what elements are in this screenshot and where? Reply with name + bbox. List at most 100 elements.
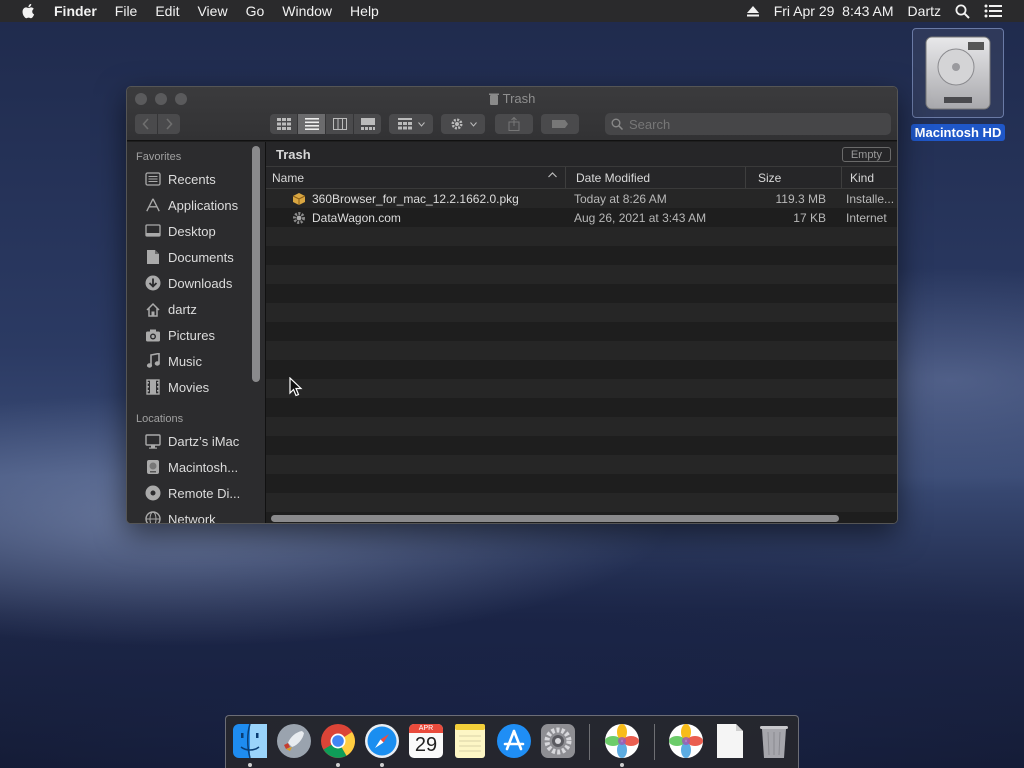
app-store-icon (497, 724, 531, 758)
finder-window: Trash Search Favorites Recents Applicati… (126, 86, 898, 524)
share-icon (508, 117, 520, 131)
column-header-name[interactable]: Name (266, 167, 566, 188)
disk-icon (145, 459, 161, 475)
menu-file[interactable]: File (115, 3, 138, 19)
horizontal-scrollbar[interactable] (271, 515, 839, 522)
recents-icon (145, 171, 161, 187)
running-indicator (620, 763, 624, 767)
empty-row (266, 398, 897, 417)
dock-photos-app[interactable] (603, 721, 641, 761)
sidebar-scrollbar[interactable] (252, 146, 260, 382)
document-icon (717, 724, 743, 758)
group-by-button[interactable] (389, 114, 433, 134)
search-input[interactable] (629, 116, 869, 132)
column-header-kind[interactable]: Kind (842, 167, 897, 188)
apple-menu-icon[interactable] (20, 2, 38, 20)
dock-separator (654, 724, 655, 760)
menu-app-finder[interactable]: Finder (54, 3, 97, 19)
search-icon (611, 118, 623, 130)
dock-system-preferences[interactable] (539, 721, 577, 761)
eject-icon[interactable] (746, 5, 760, 17)
applications-icon (145, 197, 161, 213)
list-view-icon (304, 118, 319, 130)
view-gallery-button[interactable] (354, 114, 381, 134)
menubar-clock[interactable]: Fri Apr 29 8:43 AM (774, 3, 894, 19)
empty-row (266, 341, 897, 360)
column-view-icon (332, 118, 347, 130)
finder-icon (233, 723, 267, 759)
empty-row (266, 379, 897, 398)
spotlight-search-icon[interactable] (955, 4, 970, 19)
sidebar-item-applications[interactable]: Applications (127, 192, 265, 218)
file-date: Aug 26, 2021 at 3:43 AM (574, 210, 707, 225)
remote-disc-icon (145, 485, 161, 501)
menubar-user[interactable]: Dartz (908, 3, 941, 19)
file-kind: Internet (846, 210, 887, 225)
movies-icon (145, 379, 161, 395)
sidebar-item-recents[interactable]: Recents (127, 166, 265, 192)
folder-title: Trash (276, 146, 311, 162)
dock-chrome[interactable] (319, 721, 357, 761)
view-list-button[interactable] (298, 114, 325, 134)
dock-calendar[interactable]: APR 29 (407, 721, 445, 761)
desktop-macintosh-hd[interactable]: Macintosh HD (908, 28, 1008, 141)
menu-go[interactable]: Go (246, 3, 265, 19)
sidebar-item-macintosh-hd[interactable]: Macintosh... (127, 454, 265, 480)
home-icon (145, 301, 161, 317)
tags-button[interactable] (541, 114, 579, 134)
sidebar-item-imac[interactable]: Dartz’s iMac (127, 428, 265, 454)
sidebar-item-pictures[interactable]: Pictures (127, 322, 265, 348)
dock-safari[interactable] (363, 721, 401, 761)
notification-center-icon[interactable] (984, 4, 1002, 18)
sidebar-item-downloads[interactable]: Downloads (127, 270, 265, 296)
dock-trash[interactable] (755, 721, 793, 761)
imac-icon (145, 433, 161, 449)
column-header-size[interactable]: Size (746, 167, 842, 188)
sidebar-section-favorites: Favorites (136, 151, 182, 163)
dock-document[interactable] (711, 721, 749, 761)
back-button[interactable] (135, 114, 157, 134)
table-row[interactable]: DataWagon.com Aug 26, 2021 at 3:43 AM 17… (266, 208, 897, 227)
dock-finder[interactable] (231, 721, 269, 761)
empty-trash-button[interactable]: Empty (841, 147, 891, 162)
sidebar-item-network[interactable]: Network (127, 506, 265, 523)
folder-header: Trash Empty (266, 142, 897, 167)
dock-app-store[interactable] (495, 721, 533, 761)
empty-row (266, 265, 897, 284)
trash-title-icon (488, 93, 499, 108)
dock-launchpad[interactable] (275, 721, 313, 761)
menu-help[interactable]: Help (350, 3, 379, 19)
window-titlebar[interactable]: Trash (127, 87, 897, 141)
empty-row (266, 455, 897, 474)
dock-notes[interactable] (451, 721, 489, 761)
sidebar-item-music[interactable]: Music (127, 348, 265, 374)
running-indicator (380, 763, 384, 767)
running-indicator (248, 763, 252, 767)
view-columns-button[interactable] (326, 114, 353, 134)
sidebar-item-documents[interactable]: Documents (127, 244, 265, 270)
sidebar-item-home[interactable]: dartz (127, 296, 265, 322)
drive-label[interactable]: Macintosh HD (910, 124, 1006, 141)
column-header-date[interactable]: Date Modified (566, 167, 746, 188)
file-date: Today at 8:26 AM (574, 191, 667, 206)
sidebar-item-desktop[interactable]: Desktop (127, 218, 265, 244)
table-row[interactable]: 360Browser_for_mac_12.2.1662.0.pkg Today… (266, 189, 897, 208)
pinwheel-icon (669, 724, 703, 758)
forward-button[interactable] (158, 114, 180, 134)
menu-view[interactable]: View (197, 3, 227, 19)
file-name: DataWagon.com (312, 210, 401, 225)
menu-window[interactable]: Window (282, 3, 332, 19)
search-field[interactable] (605, 113, 891, 135)
icon-view-icon (276, 118, 291, 130)
action-menu-button[interactable] (441, 114, 485, 134)
menu-edit[interactable]: Edit (155, 3, 179, 19)
gallery-view-icon (360, 118, 375, 130)
hard-drive-icon[interactable] (912, 28, 1004, 118)
file-name: 360Browser_for_mac_12.2.1662.0.pkg (312, 191, 519, 206)
view-icons-button[interactable] (270, 114, 297, 134)
sidebar-item-movies[interactable]: Movies (127, 374, 265, 400)
sidebar-item-remote-disc[interactable]: Remote Di... (127, 480, 265, 506)
dock-photos-app-2[interactable] (667, 721, 705, 761)
network-icon (145, 511, 161, 523)
share-button[interactable] (495, 114, 533, 134)
